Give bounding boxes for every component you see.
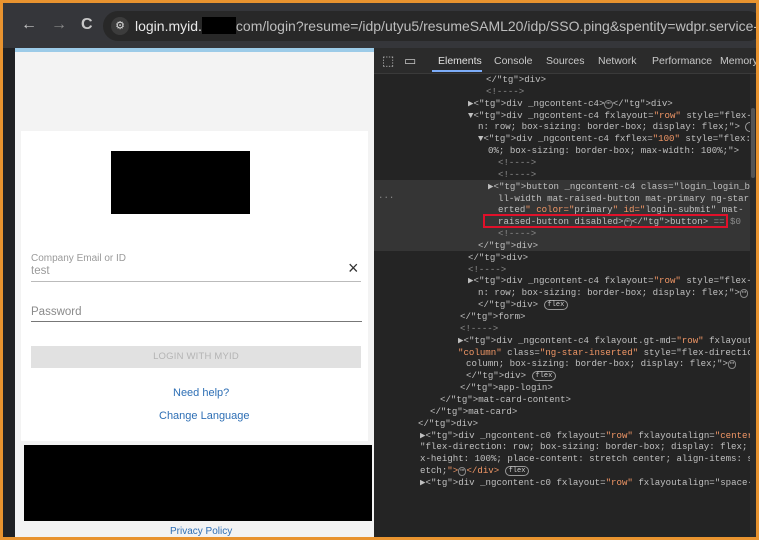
devtools-scrollbar-thumb[interactable]: [751, 108, 755, 178]
dom-tree-line[interactable]: ▼<"tg">div _ngcontent-c4 fxlayout="row" …: [468, 110, 756, 122]
dom-tree-line[interactable]: etch;"> ⋯ </div> flex: [420, 465, 530, 477]
dom-tree-line[interactable]: ▼<"tg">div _ngcontent-c4 fxflex="100" st…: [478, 133, 756, 145]
dom-tree-line[interactable]: ▶<"tg">div _ngcontent-c4 fxlayout="row" …: [468, 275, 756, 287]
redacted-logo: [111, 151, 250, 214]
dom-tree-line[interactable]: <!---->: [498, 169, 536, 181]
email-label: Company Email or ID: [31, 253, 127, 264]
browser-window: ← → C ⚙ login.myid. com/login?resume=/idp…: [3, 3, 756, 537]
tab-performance[interactable]: Performance: [652, 55, 712, 67]
login-page: Company Email or ID test × Password LOGI…: [15, 48, 374, 537]
dom-tree-line[interactable]: </"tg">mat-card-content>: [440, 394, 571, 406]
login-button[interactable]: LOGIN WITH MYID: [31, 346, 361, 368]
dom-tree-line[interactable]: <!---->: [460, 323, 498, 335]
dom-tree-line[interactable]: ▶<"tg">div _ngcontent-c0 fxlayout="row" …: [420, 477, 756, 489]
dom-tree-line[interactable]: </"tg">form>: [460, 311, 526, 323]
clear-icon[interactable]: ×: [348, 259, 359, 277]
redacted-footer: [24, 445, 372, 521]
dom-tree-line[interactable]: </"tg">div>: [486, 74, 546, 86]
devtools-tabbar: ⬚ ▭ Elements Console Sources Network Per…: [374, 48, 756, 74]
dom-tree-line[interactable]: </"tg">div> flex: [478, 299, 569, 311]
email-underline: [31, 281, 361, 282]
dom-tree-line[interactable]: ▶<"tg">button _ngcontent-c4 class="login…: [488, 181, 756, 193]
url-text[interactable]: login.myid. com/login?resume=/idp/utyu5/r…: [135, 17, 756, 34]
dom-tree-line[interactable]: 0%; box-sizing: border-box; max-width: 1…: [488, 145, 739, 157]
dom-tree-line[interactable]: <!---->: [498, 228, 536, 240]
dom-tree-line[interactable]: <!---->: [498, 157, 536, 169]
forward-icon[interactable]: →: [51, 16, 67, 34]
back-icon[interactable]: ←: [21, 16, 37, 34]
email-field[interactable]: test: [31, 265, 50, 277]
dom-tree-line[interactable]: n: row; box-sizing: border-box; display:…: [478, 121, 756, 133]
dom-tree-line[interactable]: </"tg">div> flex: [466, 370, 557, 382]
dom-tree[interactable]: ··· </"tg">div> <!----> ▶<"tg">div _ngcont…: [374, 74, 756, 537]
dom-tree-line[interactable]: ▶<"tg">div _ngcontent-c0 fxlayout="row" …: [420, 430, 756, 442]
dom-tree-line[interactable]: </"tg">div>: [418, 418, 478, 430]
tab-network[interactable]: Network: [598, 55, 637, 67]
url-host: login.myid.: [135, 18, 202, 34]
change-language-link[interactable]: Change Language: [159, 410, 250, 422]
reload-icon[interactable]: C: [81, 16, 93, 34]
dom-tree-line[interactable]: "column" class="ng-star-inserted" style=…: [458, 347, 756, 359]
tab-memory[interactable]: Memory: [720, 55, 756, 67]
dom-tree-line[interactable]: n: row; box-sizing: border-box; display:…: [478, 287, 749, 299]
dom-tree-line[interactable]: </"tg">div>: [468, 252, 528, 264]
url-path: com/login?resume=/idp/utyu5/resumeSAML20…: [235, 18, 756, 34]
active-tab-indicator: [432, 70, 482, 72]
dom-tree-line[interactable]: </"tg">app-login>: [460, 382, 553, 394]
dom-tree-line[interactable]: </"tg">mat-card>: [430, 406, 517, 418]
need-help-link[interactable]: Need help?: [173, 387, 229, 399]
tab-console[interactable]: Console: [494, 55, 533, 67]
password-field[interactable]: Password: [31, 306, 82, 318]
dom-tree-line[interactable]: column; box-sizing: border-box; display:…: [466, 358, 737, 370]
gutter-dots: ···: [378, 192, 395, 203]
screenshot-frame: ← → C ⚙ login.myid. com/login?resume=/idp…: [0, 0, 759, 540]
tab-sources[interactable]: Sources: [546, 55, 585, 67]
site-settings-icon[interactable]: ⚙: [111, 17, 129, 35]
dom-tree-line[interactable]: "flex-direction: row; box-sizing: border…: [420, 441, 756, 453]
page-top-bar: [15, 48, 374, 52]
inspect-icon[interactable]: ⬚: [382, 53, 394, 69]
privacy-policy-link[interactable]: Privacy Policy: [170, 526, 232, 537]
redaction-block: [201, 17, 236, 34]
dom-tree-line[interactable]: ll-width mat-raised-button mat-primary n…: [498, 193, 756, 205]
dom-tree-line[interactable]: <!---->: [468, 264, 506, 276]
dom-tree-line[interactable]: </"tg">div>: [478, 240, 538, 252]
dom-tree-line[interactable]: <!---->: [486, 86, 524, 98]
device-toolbar-icon[interactable]: ▭: [404, 53, 416, 69]
dom-tree-line[interactable]: x-height: 100%; place-content: stretch c…: [420, 453, 756, 465]
address-toolbar: ← → C ⚙ login.myid. com/login?resume=/idp…: [3, 3, 756, 48]
devtools-panel: ⬚ ▭ Elements Console Sources Network Per…: [374, 48, 756, 537]
tab-elements[interactable]: Elements: [438, 55, 482, 67]
dom-tree-line[interactable]: ▶<"tg">div _ngcontent-c4 fxlayout.gt-md=…: [458, 335, 756, 347]
password-underline: [31, 321, 362, 322]
login-submit-highlight-box: [483, 214, 728, 228]
dom-tree-line[interactable]: ▶<"tg">div _ngcontent-c4> ⋯ </"tg">div>: [468, 98, 673, 110]
